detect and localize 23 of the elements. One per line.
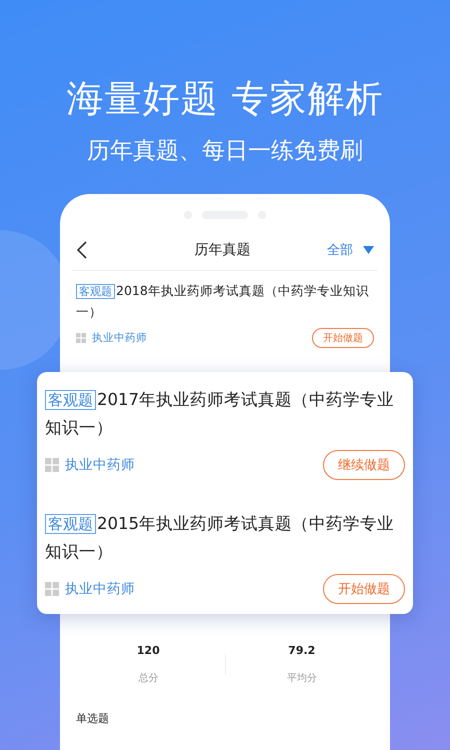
section-title: 单选题: [75, 711, 110, 726]
category-label: 执业中药师: [65, 456, 136, 474]
subheadline: 历年真题、每日一练免费刷: [87, 137, 363, 166]
stat-value: 120: [136, 644, 160, 657]
category-label: 执业中药师: [65, 580, 136, 598]
exam-title[interactable]: 客观题 2018年执业药师考试真题（中药学专业知识一）: [76, 281, 374, 322]
grid-icon: [45, 582, 59, 596]
headline: 海量好题 专家解析: [66, 76, 384, 122]
action-button[interactable]: 继续做题: [323, 450, 405, 480]
action-button[interactable]: 开始做题: [323, 574, 405, 604]
stat-label: 平均分: [286, 672, 317, 685]
start-button[interactable]: 开始做题: [312, 328, 374, 348]
stat-label: 总分: [138, 672, 158, 685]
back-icon[interactable]: [76, 241, 88, 259]
page-title: 历年真题: [194, 241, 252, 259]
grid-icon: [45, 458, 59, 472]
category-label: 执业中药师: [92, 331, 148, 345]
filter-dropdown[interactable]: 全部: [327, 241, 353, 259]
exam-title[interactable]: 客观题 2015年执业药师考试真题（中药学专业知识一）: [45, 510, 405, 566]
stat-value: 79.2: [288, 644, 316, 657]
grid-icon: [76, 333, 86, 343]
exam-title[interactable]: 客观题 2017年执业药师考试真题（中药学专业知识一）: [45, 386, 405, 442]
dropdown-caret-icon[interactable]: [363, 246, 374, 254]
